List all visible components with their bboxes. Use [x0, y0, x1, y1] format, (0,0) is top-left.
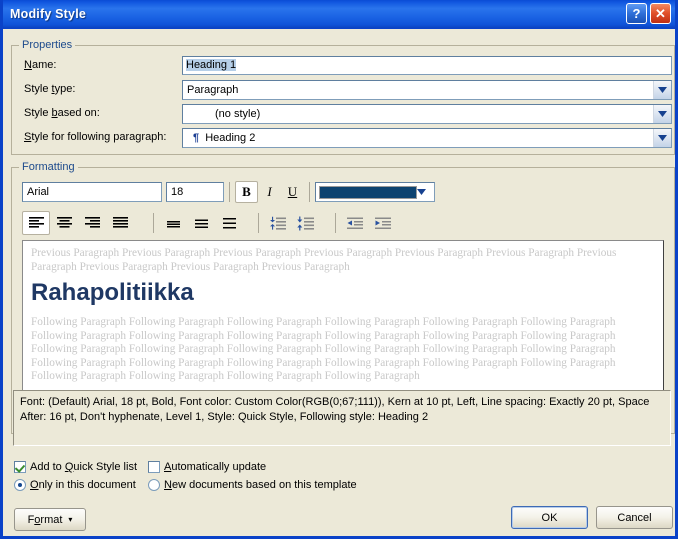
font-name-combo[interactable]: Arial	[22, 182, 162, 202]
only-this-document-radio[interactable]: Only in this document	[14, 479, 136, 491]
checkbox-icon[interactable]	[14, 461, 26, 473]
font-size-value: 18	[171, 186, 184, 198]
decrease-paragraph-spacing-icon	[270, 216, 286, 230]
chevron-down-icon[interactable]	[171, 201, 223, 202]
style-type-value: Paragraph	[187, 84, 239, 96]
line-spacing-single-icon	[166, 221, 180, 228]
preview-following-paragraph: Following Paragraph Following Paragraph …	[31, 316, 616, 382]
radio-icon[interactable]	[148, 479, 160, 491]
style-based-on-value: (no style)	[215, 108, 261, 120]
style-name-value: Heading 1	[186, 59, 237, 71]
close-icon[interactable]: ✕	[650, 3, 671, 24]
paragraph-toolbar	[22, 210, 397, 236]
align-justify-icon	[112, 217, 128, 228]
style-type-row: Style type: Paragraph	[12, 80, 674, 101]
line-spacing-double-button[interactable]	[215, 211, 243, 235]
checkbox-icon[interactable]	[148, 461, 160, 473]
style-based-on-row: Style based on: (no style)	[12, 104, 674, 125]
chevron-down-icon[interactable]	[417, 189, 426, 195]
automatically-update-label: Automatically update	[164, 461, 267, 473]
toolbar-separator	[335, 213, 336, 233]
line-spacing-double-icon	[222, 218, 236, 229]
increase-indent-icon	[375, 217, 391, 229]
style-following-paragraph-value: Heading 2	[205, 132, 256, 144]
chevron-down-icon[interactable]	[653, 105, 671, 123]
increase-paragraph-spacing-icon	[297, 216, 314, 230]
format-button[interactable]: Format ▾	[14, 508, 86, 531]
align-left-icon	[28, 217, 44, 228]
align-right-button[interactable]	[78, 211, 106, 235]
toolbar-separator	[258, 213, 259, 233]
decrease-indent-button[interactable]	[341, 211, 369, 235]
ok-button[interactable]: OK	[511, 506, 588, 529]
italic-button[interactable]: I	[258, 181, 281, 203]
formatting-group-label: Formatting	[19, 161, 78, 173]
style-following-paragraph-label: Style for following paragraph:	[24, 131, 167, 143]
window-title: Modify Style	[10, 7, 87, 21]
font-size-combo[interactable]: 18	[166, 182, 224, 202]
help-icon[interactable]: ?	[626, 3, 647, 24]
style-description-text: Font: (Default) Arial, 18 pt, Bold, Font…	[20, 396, 650, 423]
properties-group-label: Properties	[19, 39, 76, 51]
cancel-button[interactable]: Cancel	[596, 506, 673, 529]
chevron-down-icon[interactable]	[27, 201, 161, 202]
properties-group: Properties Name: Heading 1 Style type: P…	[11, 39, 675, 155]
style-following-paragraph-row: Style for following paragraph: ¶ Heading…	[12, 128, 674, 149]
preview-previous-paragraph: Previous Paragraph Previous Paragraph Pr…	[31, 247, 617, 273]
title-bar: Modify Style ? ✕	[3, 0, 675, 29]
line-spacing-1-5-icon	[194, 219, 208, 228]
style-based-on-label: Style based on:	[24, 107, 100, 119]
chevron-down-icon[interactable]	[653, 129, 671, 147]
line-spacing-onehalf-button[interactable]	[187, 211, 215, 235]
add-to-quick-style-label: Add to Quick Style list	[30, 461, 137, 473]
align-justify-button[interactable]	[106, 211, 134, 235]
style-description-box: Font: (Default) Arial, 18 pt, Bold, Font…	[13, 390, 671, 446]
title-bar-buttons: ? ✕	[626, 3, 671, 24]
style-type-combo[interactable]: Paragraph	[182, 80, 672, 100]
style-name-input[interactable]: Heading 1	[182, 56, 672, 75]
style-following-paragraph-combo[interactable]: ¶ Heading 2	[182, 128, 672, 148]
bold-button[interactable]: B	[235, 181, 258, 203]
increase-indent-button[interactable]	[369, 211, 397, 235]
automatically-update-checkbox[interactable]: Automatically update	[148, 461, 266, 473]
decrease-paragraph-spacing-button[interactable]	[264, 211, 292, 235]
align-center-icon	[56, 217, 72, 228]
align-center-button[interactable]	[50, 211, 78, 235]
font-color-combo[interactable]	[315, 182, 435, 202]
toolbar-separator	[309, 182, 310, 202]
style-type-label: Style type:	[24, 83, 76, 95]
toolbar-separator	[229, 182, 230, 202]
name-label: Name:	[24, 59, 57, 71]
add-to-quick-style-checkbox[interactable]: Add to Quick Style list	[14, 461, 137, 473]
chevron-down-icon[interactable]	[653, 81, 671, 99]
decrease-indent-icon	[347, 217, 363, 229]
name-row: Name: Heading 1	[12, 56, 674, 77]
modify-style-dialog: Modify Style ? ✕ Properties Name: Headin…	[0, 0, 678, 539]
increase-paragraph-spacing-button[interactable]	[292, 211, 320, 235]
toolbar-separator	[153, 213, 154, 233]
style-preview-box: Previous Paragraph Previous Paragraph Pr…	[22, 240, 664, 392]
line-spacing-single-button[interactable]	[159, 211, 187, 235]
preview-sample-text: Rahapolitiikka	[31, 279, 194, 306]
only-this-document-label: Only in this document	[30, 479, 136, 491]
new-documents-template-label: New documents based on this template	[164, 479, 357, 491]
caret-down-icon: ▾	[68, 515, 73, 524]
font-name-value: Arial	[27, 186, 50, 198]
font-color-swatch	[319, 185, 417, 199]
format-button-label: Format	[27, 513, 63, 526]
style-based-on-combo[interactable]: (no style)	[182, 104, 672, 124]
underline-button[interactable]: U	[281, 181, 304, 203]
font-toolbar: Arial 18 B I U	[22, 180, 435, 204]
new-documents-template-radio[interactable]: New documents based on this template	[148, 479, 357, 491]
align-left-button[interactable]	[22, 211, 50, 235]
radio-icon[interactable]	[14, 479, 26, 491]
align-right-icon	[84, 217, 100, 228]
pilcrow-icon: ¶	[193, 132, 200, 144]
